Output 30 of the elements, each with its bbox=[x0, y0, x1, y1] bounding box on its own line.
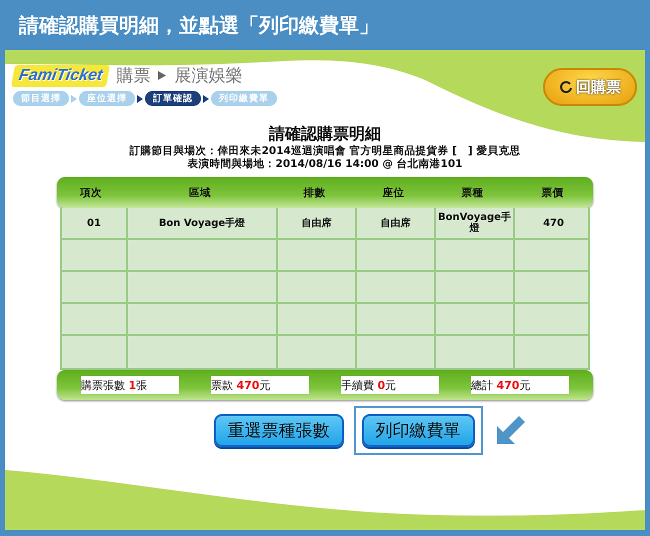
triangle-icon bbox=[158, 71, 166, 80]
column-header: 票種 bbox=[460, 186, 484, 200]
page-title: 請確認購票明細 bbox=[269, 124, 381, 144]
summary-item: 票款 470元 bbox=[211, 376, 309, 394]
breadcrumb-item: 購票 bbox=[116, 65, 150, 87]
header-title: 請確認購買明細，並點選「列印繳費單」 bbox=[18, 12, 380, 38]
summary-item: 購票張數 1張 bbox=[81, 376, 179, 394]
logo: FamiTicket bbox=[11, 64, 110, 86]
action-button[interactable]: 重選票種張數 bbox=[214, 414, 344, 447]
column-header: 項次 bbox=[78, 186, 103, 200]
refresh-icon bbox=[559, 80, 573, 94]
info-line: 訂購節目與場次：倖田來未2014巡迴演唱會 官方明星商品提貨券 [ ] 愛貝克思 bbox=[130, 145, 520, 158]
table-cell: 01 bbox=[62, 208, 128, 238]
table-cell: BonVoyage手燈 bbox=[436, 208, 515, 238]
table-cell: 自由席 bbox=[278, 208, 357, 238]
table-cell: Bon Voyage手燈 bbox=[128, 208, 278, 238]
triangle-icon bbox=[203, 94, 209, 102]
column-header: 座位 bbox=[382, 186, 406, 200]
triangle-icon bbox=[137, 94, 143, 102]
summary-item: 手續費 0元 bbox=[341, 376, 439, 394]
table-cell-text: 470 bbox=[542, 216, 565, 230]
summary-item: 總計 470元 bbox=[471, 376, 569, 394]
breadcrumb-item: 展演娛樂 bbox=[174, 65, 242, 87]
column-header: 區域 bbox=[188, 186, 212, 200]
column-header: 票價 bbox=[540, 186, 564, 200]
triangle-icon bbox=[71, 94, 77, 102]
action-button[interactable]: 列印繳費單 bbox=[362, 414, 474, 447]
column-header: 排數 bbox=[302, 186, 326, 200]
table-cell: 自由席 bbox=[357, 208, 436, 238]
info-line: 表演時間與場地：2014/08/16 14:00 @ 台北南港101 bbox=[188, 158, 462, 171]
